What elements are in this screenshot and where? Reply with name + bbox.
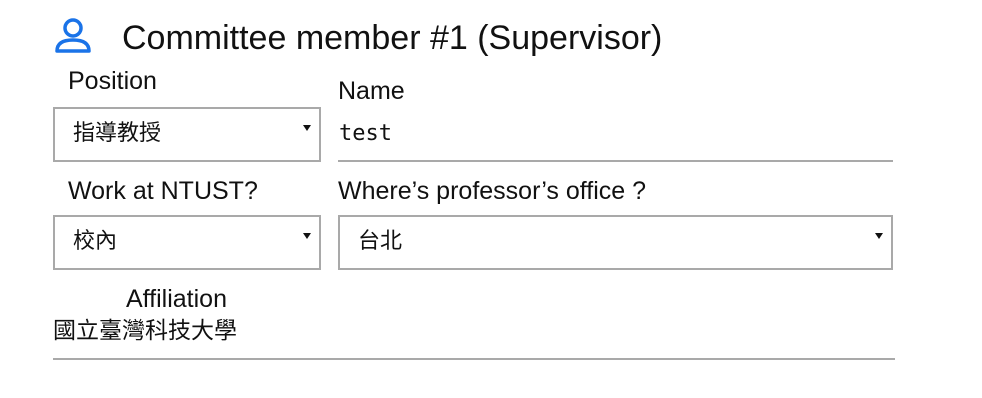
chevron-down-icon: [303, 233, 311, 239]
office-location-select[interactable]: 台北: [338, 215, 893, 270]
affiliation-input[interactable]: 國立臺灣科技大學: [53, 312, 895, 360]
name-input-value: test: [339, 121, 392, 146]
position-label: Position: [68, 67, 157, 95]
work-at-ntust-select[interactable]: 校內: [53, 215, 321, 270]
office-location-label: Where’s professor’s office ?: [338, 177, 647, 205]
name-input[interactable]: test: [338, 107, 893, 162]
affiliation-input-value: 國立臺灣科技大學: [53, 318, 237, 344]
work-at-ntust-label: Work at NTUST?: [68, 177, 258, 205]
position-select[interactable]: 指導教授: [53, 107, 321, 162]
chevron-down-icon: [875, 233, 883, 239]
office-location-select-value: 台北: [358, 229, 403, 254]
position-select-value: 指導教授: [73, 121, 162, 146]
name-label: Name: [338, 77, 405, 105]
section-title: Committee member #1 (Supervisor): [122, 19, 663, 57]
work-at-ntust-select-value: 校內: [73, 229, 118, 254]
affiliation-label: Affiliation: [126, 285, 227, 313]
chevron-down-icon: [303, 125, 311, 131]
user-icon: [52, 16, 94, 56]
